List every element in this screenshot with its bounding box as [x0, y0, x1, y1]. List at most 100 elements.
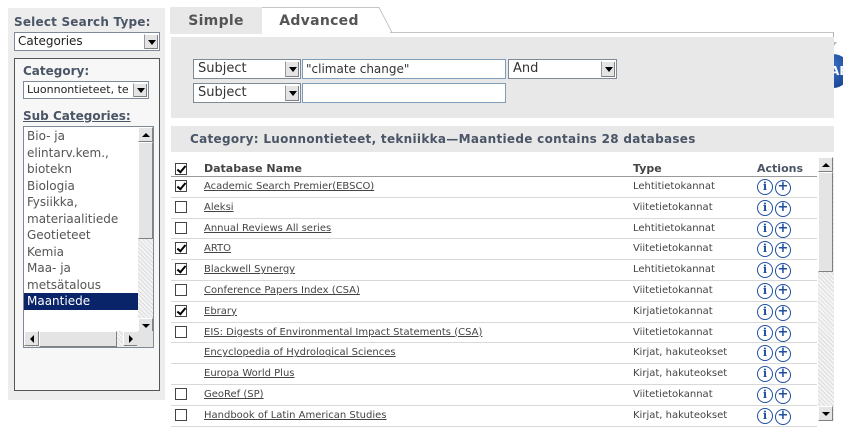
info-icon[interactable]: i — [757, 199, 773, 216]
plus-icon[interactable]: + — [775, 346, 791, 363]
database-link[interactable]: Conference Papers Index (CSA) — [204, 285, 360, 296]
field-select-2[interactable]: Subject — [193, 83, 301, 103]
scroll-thumb[interactable] — [138, 142, 153, 239]
info-icon[interactable]: i — [757, 241, 773, 258]
database-link[interactable]: Encyclopedia of Hydrological Sciences — [204, 347, 396, 358]
database-link[interactable]: ARTO — [204, 243, 231, 254]
subcategories-label: Sub Categories: — [23, 109, 131, 123]
database-type: Lehtitietokannat — [633, 264, 715, 276]
info-icon[interactable]: i — [757, 303, 773, 320]
plus-icon[interactable]: + — [775, 200, 791, 217]
advanced-search-form: Subject "climate change" And Subject — [171, 37, 834, 118]
plus-icon[interactable]: + — [775, 387, 791, 404]
category-select[interactable]: Luonnontieteet, te — [23, 81, 149, 99]
plus-icon[interactable]: + — [775, 408, 791, 425]
info-icon[interactable]: i — [757, 179, 773, 195]
boolean-operator-select[interactable]: And — [508, 59, 617, 79]
chevron-down-icon[interactable] — [285, 61, 299, 77]
database-link[interactable]: Europa World Plus — [204, 368, 295, 379]
table-row: GeoRef (SP) Viitetietokannat i + — [171, 385, 817, 406]
row-checkbox[interactable] — [175, 304, 187, 317]
search-type-select[interactable]: Categories — [14, 32, 160, 51]
column-header-name[interactable]: Database Name — [204, 162, 302, 175]
info-icon[interactable]: i — [757, 345, 773, 362]
plus-icon[interactable]: + — [775, 221, 791, 238]
subcategories-listbox[interactable]: Bio- ja elintarv.kem., biotekn Biologia Fysi… — [23, 126, 154, 348]
row-checkbox[interactable] — [175, 200, 187, 213]
info-icon[interactable]: i — [757, 220, 773, 237]
row-checkbox[interactable] — [175, 221, 187, 234]
info-icon[interactable]: i — [757, 262, 773, 279]
database-link[interactable]: Handbook of Latin American Studies — [204, 410, 386, 421]
chevron-down-icon[interactable] — [285, 85, 299, 101]
row-checkbox[interactable] — [175, 242, 187, 255]
scroll-up-button[interactable] — [138, 127, 153, 142]
search-term-input-2[interactable] — [302, 83, 506, 103]
arrow-right-icon — [128, 334, 133, 343]
column-header-actions: Actions — [757, 162, 803, 175]
scroll-thumb[interactable] — [39, 331, 117, 347]
subcategory-option[interactable]: Kemia — [24, 244, 138, 261]
plus-icon[interactable]: + — [775, 325, 791, 342]
scroll-left-button[interactable] — [24, 331, 39, 346]
row-checkbox[interactable] — [175, 387, 187, 400]
plus-icon[interactable]: + — [775, 304, 791, 321]
chevron-down-icon[interactable] — [601, 61, 615, 77]
tab-simple[interactable]: Simple — [170, 7, 262, 34]
plus-icon[interactable]: + — [775, 180, 791, 196]
arrow-down-icon — [821, 411, 830, 416]
chevron-down-icon[interactable] — [133, 83, 147, 97]
search-term-input-1[interactable]: "climate change" — [302, 59, 506, 79]
results-vertical-scrollbar[interactable] — [818, 157, 834, 421]
info-icon[interactable]: i — [757, 282, 773, 299]
info-icon[interactable]: i — [757, 366, 773, 383]
database-link[interactable]: Annual Reviews All series — [204, 223, 331, 234]
database-link[interactable]: EIS: Digests of Environmental Impact Sta… — [204, 327, 482, 338]
row-checkbox[interactable] — [175, 408, 187, 421]
table-row: Blackwell Synergy Lehtitietokannat i + — [171, 260, 817, 281]
select-all-checkbox[interactable] — [175, 163, 187, 175]
database-link[interactable]: Blackwell Synergy — [204, 264, 295, 275]
subcategory-option[interactable]: materiaalitiede — [24, 211, 138, 228]
scroll-right-button[interactable] — [123, 331, 138, 346]
subcategory-option[interactable]: Geotieteet — [24, 227, 138, 244]
info-icon[interactable]: i — [757, 324, 773, 341]
subcategory-option[interactable]: Maantiede — [24, 293, 138, 310]
subcategory-option[interactable]: Maa- ja — [24, 260, 138, 277]
subcategories-horizontal-scrollbar[interactable] — [24, 331, 138, 347]
subcategory-option[interactable]: metsätalous — [24, 277, 138, 294]
row-actions: i + — [757, 303, 793, 321]
info-icon[interactable]: i — [757, 407, 773, 424]
scroll-down-button[interactable] — [818, 406, 833, 421]
subcategory-option[interactable]: elintarv.kem., — [24, 145, 138, 162]
database-type: Kirjat, hakuteokset — [633, 347, 728, 359]
plus-icon[interactable]: + — [775, 263, 791, 280]
subcategory-option[interactable]: Bio- ja — [24, 128, 138, 145]
row-checkbox[interactable] — [175, 325, 187, 338]
scroll-up-button[interactable] — [818, 157, 833, 172]
subcategories-vertical-scrollbar[interactable] — [138, 127, 153, 333]
chevron-down-icon[interactable] — [144, 34, 158, 49]
subcategory-option[interactable]: Fysiikka, — [24, 194, 138, 211]
tab-edge — [375, 7, 393, 34]
plus-icon[interactable]: + — [775, 283, 791, 300]
database-link[interactable]: Academic Search Premier(EBSCO) — [204, 181, 374, 192]
database-type: Lehtitietokannat — [633, 222, 715, 234]
column-header-type[interactable]: Type — [633, 162, 662, 175]
subcategory-option[interactable]: biotekn — [24, 161, 138, 178]
subcategory-option[interactable]: Biologia — [24, 178, 138, 195]
row-checkbox[interactable] — [175, 263, 187, 276]
table-body: Academic Search Premier(EBSCO) Lehtitieto… — [171, 177, 817, 427]
info-icon[interactable]: i — [757, 386, 773, 403]
scroll-thumb[interactable] — [818, 172, 833, 272]
database-link[interactable]: GeoRef (SP) — [204, 389, 264, 400]
plus-icon[interactable]: + — [775, 367, 791, 384]
tab-advanced[interactable]: Advanced — [262, 7, 376, 34]
row-checkbox[interactable] — [175, 283, 187, 296]
row-actions: i + — [757, 366, 793, 384]
row-checkbox[interactable] — [175, 180, 187, 192]
plus-icon[interactable]: + — [775, 242, 791, 259]
field-select-1[interactable]: Subject — [193, 59, 301, 79]
database-link[interactable]: Aleksi — [204, 202, 234, 213]
database-link[interactable]: Ebrary — [204, 306, 237, 317]
